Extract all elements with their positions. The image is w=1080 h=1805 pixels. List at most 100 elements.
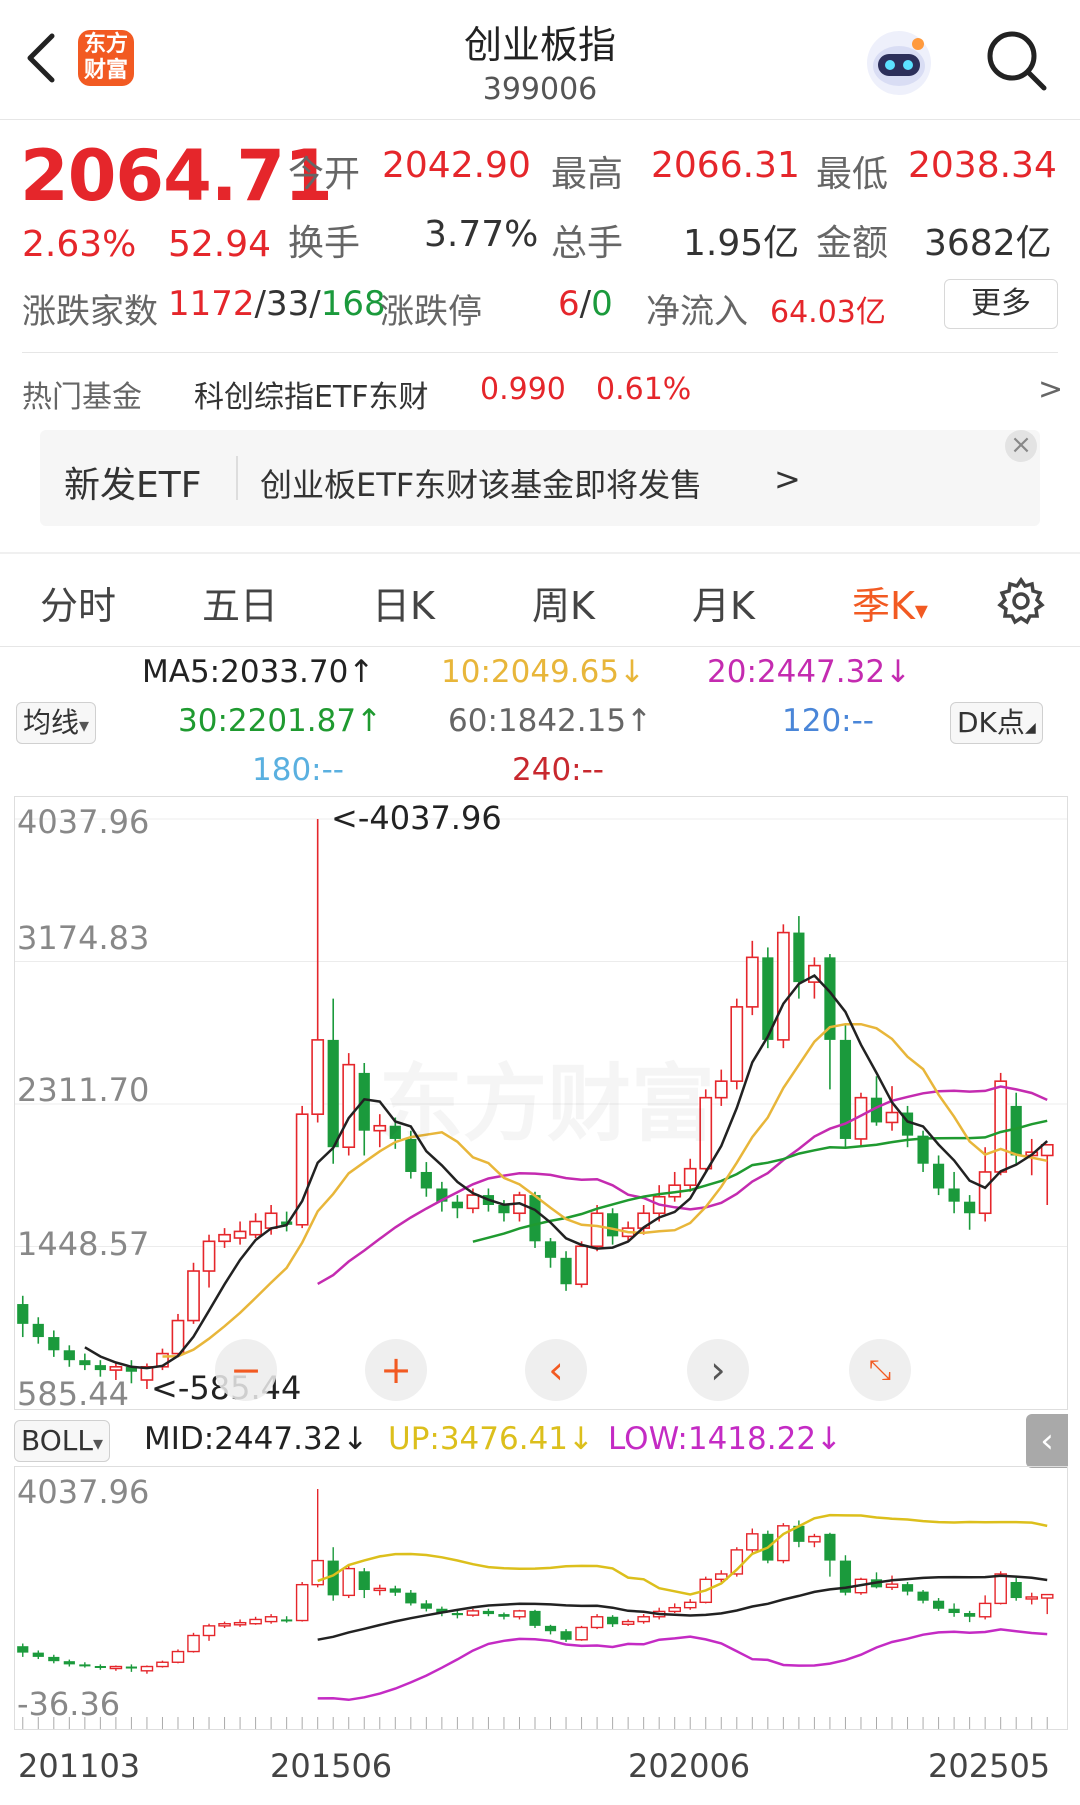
change-value: 52.94	[168, 224, 272, 265]
boll-candle-body	[683, 1601, 697, 1609]
banner-divider	[236, 456, 238, 500]
boll-candle-body	[249, 1618, 262, 1625]
boll-chart[interactable]: 4037.96 -36.36	[14, 1466, 1068, 1730]
candle-body	[683, 1167, 697, 1186]
boll-candle-body	[824, 1533, 836, 1561]
candle-body	[964, 1201, 976, 1214]
candle-body	[607, 1213, 619, 1237]
boll-candle-body	[187, 1634, 200, 1653]
boll-candle-body	[156, 1661, 169, 1668]
boll-candle-body	[281, 1619, 293, 1622]
candle-body	[994, 1080, 1008, 1173]
ma240-value: 240:--	[512, 752, 604, 788]
tab-daily-k[interactable]: 日K	[372, 575, 435, 630]
boll-candle-body	[48, 1656, 60, 1662]
plus-icon: +	[380, 1348, 412, 1392]
assistant-button[interactable]	[864, 28, 934, 98]
candle-body	[342, 1063, 356, 1149]
boll-candle-body	[218, 1623, 231, 1627]
turnover-value: 3.77%	[424, 214, 539, 255]
candle-body	[202, 1240, 216, 1272]
boll-candle-body	[978, 1602, 992, 1618]
tab-quarterly-k[interactable]: 季K▾	[852, 575, 928, 630]
x-axis-label: 201103	[18, 1747, 141, 1785]
banner-close-icon[interactable]: ×	[1005, 430, 1037, 462]
kline-chart[interactable]: 东方财富 4037.96 3174.83 2311.70 1448.57 585…	[14, 796, 1068, 1413]
zoom-in-button[interactable]: +	[365, 1339, 427, 1401]
dk-point-button[interactable]: DK点◢	[950, 702, 1043, 744]
boll-low-line	[317, 1628, 1048, 1702]
boll-candle-body	[885, 1583, 899, 1589]
more-button[interactable]: 更多	[944, 279, 1058, 329]
pan-right-button[interactable]: ›	[687, 1339, 749, 1401]
fullscreen-button[interactable]: ⤡	[849, 1339, 911, 1401]
boll-candle-body	[498, 1614, 510, 1617]
candle-body	[171, 1319, 185, 1355]
chevron-left-icon: ‹	[1040, 1421, 1054, 1461]
zoom-out-button[interactable]: −	[215, 1339, 277, 1401]
boll-candle-body	[63, 1661, 75, 1665]
candle-body	[466, 1194, 480, 1210]
ma120-value: 120:--	[782, 703, 874, 739]
hot-fund-row[interactable]: 科创综指ETF东财 0.990 0.61% >	[194, 372, 1063, 415]
banner-text: 创业板ETF东财该基金即将发售	[260, 466, 703, 504]
boll-candle-body	[466, 1610, 480, 1616]
open-label: 今开	[288, 154, 361, 195]
boll-candle-body	[964, 1613, 976, 1617]
boll-candle-body	[1010, 1581, 1022, 1599]
breadth-separator: /	[309, 284, 321, 324]
change-percent: 2.63%	[22, 224, 137, 265]
dk-point-label: DK点	[957, 706, 1025, 739]
tab-weekly-k[interactable]: 周K	[532, 575, 595, 630]
boll-candle-body	[917, 1591, 929, 1601]
boll-collapse-button[interactable]: ‹	[1026, 1414, 1068, 1468]
pan-left-button[interactable]: ‹	[525, 1339, 587, 1401]
ma30-value: 30:2201.87↑	[178, 703, 383, 739]
boll-candle-body	[125, 1666, 138, 1669]
breadth-label: 涨跌家数	[22, 292, 158, 332]
low-value: 2038.34	[908, 145, 1057, 186]
boll-up-value: UP:3476.41↓	[388, 1421, 594, 1457]
hot-fund-pct: 0.61%	[596, 372, 692, 407]
boll-candle-body	[994, 1573, 1007, 1605]
y-axis-label: 585.44	[17, 1375, 129, 1413]
volume-label: 总手	[551, 223, 624, 264]
ma-selector[interactable]: 均线▾	[16, 702, 97, 744]
tab-intraday[interactable]: 分时	[40, 575, 116, 630]
volume-value: 1.95亿	[683, 223, 800, 264]
tab-monthly-k[interactable]: 月K	[692, 575, 755, 630]
boll-candle-body	[932, 1600, 945, 1609]
boll-candle-body	[560, 1631, 572, 1640]
tab-five-day[interactable]: 五日	[202, 575, 278, 630]
banner-tag: 新发ETF	[64, 465, 202, 506]
candle-body	[529, 1195, 541, 1242]
search-button[interactable]	[980, 24, 1052, 96]
gear-icon	[997, 576, 1045, 625]
breadth-up: 1172	[168, 284, 255, 324]
hot-fund-label: 热门基金	[22, 380, 142, 415]
x-axis-label: 201506	[270, 1747, 393, 1785]
chart-settings-button[interactable]	[996, 576, 1046, 626]
boll-candle-body	[621, 1620, 635, 1625]
candle-body	[590, 1212, 604, 1248]
boll-candle-body	[746, 1533, 759, 1551]
candle-body	[745, 956, 759, 1008]
max-price-label: <-4037.96	[331, 799, 502, 837]
current-price: 2064.71	[20, 135, 333, 217]
candle-body	[264, 1212, 278, 1229]
open-value: 2042.90	[382, 145, 531, 186]
turnover-label: 换手	[288, 223, 361, 264]
boll-selector[interactable]: BOLL▾	[14, 1420, 111, 1462]
candle-body	[249, 1220, 262, 1236]
boll-mid-value: MID:2447.32↓	[144, 1421, 369, 1457]
boll-candle-body	[295, 1583, 309, 1622]
boll-candle-body	[264, 1616, 278, 1623]
dropdown-arrow-icon: ▾	[92, 1431, 104, 1455]
hot-fund-price: 0.990	[480, 372, 566, 407]
new-etf-banner[interactable]: 新发ETF 创业板ETF东财该基金即将发售 >	[40, 430, 1040, 526]
boll-candle-body	[948, 1608, 960, 1614]
boll-up-line	[317, 1513, 1048, 1596]
boll-candle-body	[1040, 1593, 1054, 1599]
dropdown-arrow-icon: ▾	[914, 596, 928, 626]
ma10-value: 10:2049.65↓	[441, 654, 646, 690]
